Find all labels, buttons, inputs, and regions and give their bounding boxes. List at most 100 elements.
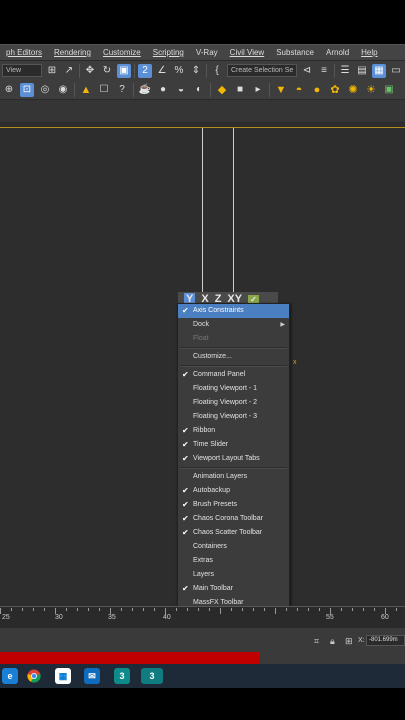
menu-arnold[interactable]: Arnold <box>320 48 355 57</box>
menu-item-dock[interactable]: Dock ▶ <box>178 318 289 332</box>
mirror-icon[interactable]: ⊲ <box>300 64 314 78</box>
x-coordinate-field[interactable]: -801.699m <box>366 635 405 646</box>
teapot-icon[interactable]: ☕ <box>138 83 152 97</box>
menu-item-label: Animation Layers <box>193 473 248 480</box>
menu-item-animation-layers[interactable]: Animation Layers <box>178 470 289 484</box>
named-selection-set-dropdown[interactable]: Create Selection Se <box>227 64 297 77</box>
menu-item-brush-presets[interactable]: ✔ Brush Presets <box>178 498 289 512</box>
viewport-guide-line <box>233 128 234 298</box>
percent-snap-icon[interactable]: % <box>172 64 186 78</box>
select-scale-icon[interactable]: ▣ <box>117 63 131 78</box>
vray-light-icon[interactable]: ▲ <box>79 83 93 97</box>
menu-customize[interactable]: Customize <box>97 48 147 57</box>
chrome-icon[interactable] <box>26 668 42 684</box>
menu-civil-view[interactable]: Civil View <box>224 48 271 57</box>
link-icon[interactable]: ⊕ <box>2 83 16 97</box>
menu-help[interactable]: Help <box>355 48 383 57</box>
store-icon[interactable]: ▦ <box>55 668 71 684</box>
menu-graph-editors[interactable]: ph Editors <box>0 48 48 57</box>
menu-rendering[interactable]: Rendering <box>48 48 97 57</box>
menu-item-viewport-layout-tabs[interactable]: ✔ Viewport Layout Tabs <box>178 452 289 466</box>
render-setup-icon[interactable]: ◉ <box>56 83 70 97</box>
vray-help-icon[interactable]: ? <box>115 83 129 97</box>
timeline-tick <box>253 608 254 611</box>
select-rotate-icon[interactable]: ↻ <box>100 64 114 78</box>
toolbar-divider <box>74 82 75 97</box>
lock-icon[interactable]: 🔒︎ <box>330 636 335 647</box>
dome-icon[interactable]: ◒ <box>174 83 188 97</box>
pivot-center-icon[interactable]: ⊞ <box>45 64 59 78</box>
timeline-tick <box>209 608 210 611</box>
menu-item-floating-viewport-3[interactable]: Floating Viewport - 3 <box>178 410 289 424</box>
menu-item-floating-viewport-1[interactable]: Floating Viewport - 1 <box>178 382 289 396</box>
edit-named-selection-icon[interactable]: { <box>210 64 224 78</box>
menu-item-floating-viewport-2[interactable]: Floating Viewport - 2 <box>178 396 289 410</box>
toolbar-divider <box>206 63 207 78</box>
angle-snap-icon[interactable]: ∠ <box>155 64 169 78</box>
menu-item-label: Layers <box>193 571 215 578</box>
selection-lock-icon[interactable]: ⌗ <box>314 636 319 647</box>
corona-proxy-icon[interactable]: ✿ <box>328 83 342 97</box>
chrome-logo <box>27 669 41 683</box>
absolute-mode-icon[interactable]: ⊞ <box>345 636 353 647</box>
menu-item-extras[interactable]: Extras <box>178 554 289 568</box>
pot-icon[interactable]: ◐ <box>192 83 206 97</box>
menu-item-chaos-corona-toolbar[interactable]: ✔ Chaos Corona Toolbar <box>178 512 289 526</box>
camera-icon[interactable]: ▸ <box>251 83 265 97</box>
menu-item-command-panel[interactable]: ✔ Command Panel <box>178 368 289 382</box>
ribbon-toggle-icon[interactable]: ▦ <box>372 63 386 78</box>
corona-sun-icon[interactable]: ◓ <box>292 83 306 97</box>
timeline-tick <box>110 608 111 614</box>
spinner-snap-icon[interactable]: ⇕ <box>189 64 203 78</box>
menu-item-containers[interactable]: Containers <box>178 540 289 554</box>
menu-item-customize[interactable]: Customize... <box>178 350 289 364</box>
sphere-icon[interactable]: ● <box>156 83 170 97</box>
corona-decal-icon[interactable]: ☀ <box>364 83 378 97</box>
timeline-tick <box>341 608 342 611</box>
menu-scripting[interactable]: Scripting <box>147 48 190 57</box>
toolbar-divider <box>133 82 134 97</box>
menu-item-layers[interactable]: Layers <box>178 568 289 582</box>
corona-camera-icon[interactable]: ▣ <box>382 83 396 97</box>
timeline-tick <box>176 608 177 611</box>
menu-item-chaos-scatter-toolbar[interactable]: ✔ Chaos Scatter Toolbar <box>178 526 289 540</box>
menu-item-label: Autobackup <box>193 487 230 494</box>
curve-editor-icon[interactable]: ▭ <box>389 64 403 78</box>
3dsmax-icon[interactable]: 3 <box>114 668 130 684</box>
toolbar-divider <box>269 82 270 97</box>
scene-explorer-icon[interactable]: ☰ <box>338 64 352 78</box>
menu-item-time-slider[interactable]: ✔ Time Slider <box>178 438 289 452</box>
checkmark-icon: ✔ <box>182 528 189 537</box>
light-icon[interactable]: ◆ <box>215 83 229 97</box>
box-icon[interactable]: ■ <box>233 83 247 97</box>
menu-item-axis-constraints[interactable]: ✔ Axis Constraints <box>178 304 289 318</box>
menu-item-main-toolbar[interactable]: ✔ Main Toolbar <box>178 582 289 596</box>
timeline-tick <box>297 608 298 611</box>
timeline-tick <box>143 608 144 611</box>
mail-icon[interactable]: ✉ <box>84 668 100 684</box>
snaps-toggle-icon[interactable]: 2 <box>138 63 152 78</box>
menu-vray[interactable]: V-Ray <box>190 48 224 57</box>
toolbar-divider <box>210 82 211 97</box>
align-icon[interactable]: ≡ <box>317 64 331 78</box>
edge-icon[interactable]: e <box>2 668 18 684</box>
corona-scatter-icon[interactable]: ✺ <box>346 83 360 97</box>
layer-explorer-icon[interactable]: ▤ <box>355 64 369 78</box>
menu-item-autobackup[interactable]: ✔ Autobackup <box>178 484 289 498</box>
checkmark-icon: ✔ <box>182 514 189 523</box>
corona-light-icon[interactable]: ▼ <box>274 83 288 97</box>
reference-coordinate-dropdown[interactable]: View <box>2 64 42 77</box>
select-manipulate-icon[interactable]: ↗ <box>62 64 76 78</box>
schematic-view-icon[interactable]: ⊡ <box>20 82 34 97</box>
timeline-tick <box>121 608 122 611</box>
material-editor-icon[interactable]: ◎ <box>38 83 52 97</box>
checkmark-icon: ✔ <box>182 426 189 435</box>
menu-substance[interactable]: Substance <box>270 48 320 57</box>
select-move-icon[interactable]: ✥ <box>83 64 97 78</box>
vray-frame-buffer-icon[interactable]: ☐ <box>97 83 111 97</box>
3dsmax-active-icon[interactable]: 3 <box>141 668 163 684</box>
menu-item-ribbon[interactable]: ✔ Ribbon <box>178 424 289 438</box>
toolbar-divider <box>134 63 135 78</box>
corona-sky-icon[interactable]: ● <box>310 83 324 97</box>
timeline-tick <box>308 608 309 611</box>
